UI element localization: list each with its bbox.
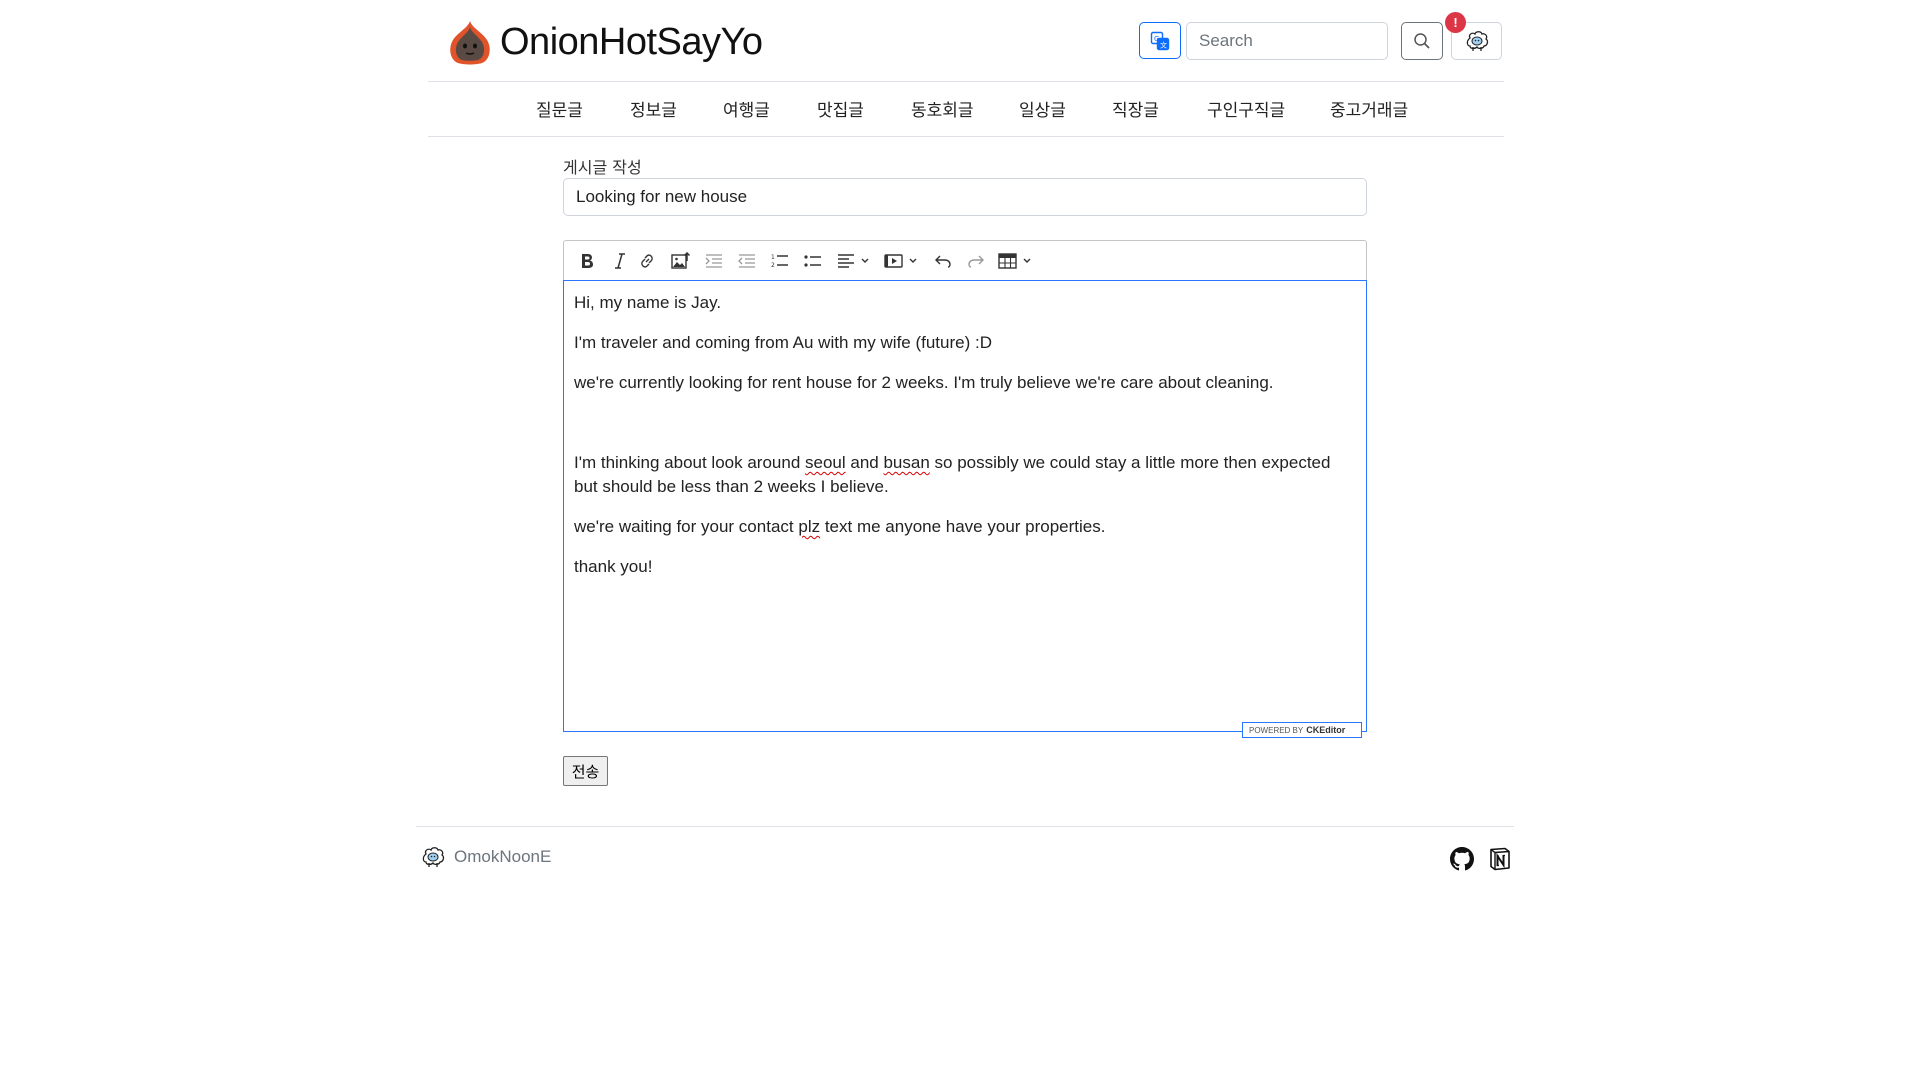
nav-item-used-market[interactable]: 중고거래글 — [1330, 96, 1408, 121]
redo-icon[interactable] — [964, 249, 988, 273]
misspelled-word: seoul — [805, 453, 846, 472]
editor-paragraph: thank you! — [574, 557, 653, 576]
editor-paragraph: Hi, my name is Jay. — [574, 293, 722, 312]
editor-text: text me anyone have your properties. — [820, 517, 1106, 536]
nav-item-questions[interactable]: 질문글 — [536, 96, 583, 121]
editor-text: we're waiting for your contact — [574, 517, 799, 536]
onion-logo-icon — [450, 21, 490, 65]
search-button[interactable] — [1401, 22, 1443, 60]
site-logo[interactable]: OnionHotSayYo — [444, 18, 763, 66]
editor-paragraph: we're currently looking for rent house f… — [574, 373, 1274, 392]
site-footer: OmokNoonE — [416, 826, 1514, 886]
media-embed-icon[interactable] — [882, 249, 922, 273]
bulleted-list-icon[interactable] — [801, 249, 825, 273]
nav-item-restaurants[interactable]: 맛집글 — [817, 96, 864, 121]
github-icon[interactable] — [1450, 847, 1474, 871]
notion-icon[interactable] — [1488, 847, 1512, 871]
nav-item-travel[interactable]: 여행글 — [723, 96, 770, 121]
indent-icon[interactable] — [702, 249, 726, 273]
outdent-icon[interactable] — [735, 249, 759, 273]
bold-icon[interactable] — [576, 249, 598, 273]
editor-empty-paragraph — [574, 411, 1356, 435]
nav-item-info[interactable]: 정보글 — [630, 96, 677, 121]
ckeditor-badge[interactable]: POWERED BY CKEditor — [1242, 722, 1362, 738]
notification-badge[interactable]: ! — [1445, 12, 1466, 33]
sheep-avatar-icon — [1466, 31, 1488, 51]
search-input[interactable] — [1186, 22, 1388, 60]
editor-paragraph: we're waiting for your contact plz text … — [574, 515, 1356, 539]
svg-text:1: 1 — [771, 254, 775, 261]
numbered-list-icon[interactable]: 12 — [768, 249, 792, 273]
nav-item-clubs[interactable]: 동호회글 — [911, 96, 974, 121]
editor-text: I'm thinking about look around — [574, 453, 806, 472]
site-header: OnionHotSayYo G 文 ! — [428, 0, 1504, 82]
align-icon[interactable] — [834, 249, 874, 273]
powered-by-text: POWERED BY — [1249, 725, 1304, 735]
svg-text:文: 文 — [1160, 40, 1167, 49]
editor-paragraph: I'm traveler and coming from Au with my … — [574, 333, 992, 352]
misspelled-word: plz — [798, 517, 821, 536]
misspelled-word: busan — [883, 453, 930, 472]
search-icon — [1414, 33, 1430, 49]
category-nav: 질문글 정보글 여행글 맛집글 동호회글 일상글 직장글 구인구직글 중고거래글 — [428, 82, 1504, 137]
ckeditor-brand: CKEditor — [1306, 725, 1346, 735]
editor-content[interactable]: Hi, my name is Jay. I'm traveler and com… — [563, 280, 1367, 732]
sheep-logo-icon[interactable] — [420, 846, 446, 868]
table-icon[interactable] — [996, 249, 1036, 273]
nav-item-work[interactable]: 직장글 — [1112, 96, 1159, 121]
svg-text:2: 2 — [771, 262, 775, 269]
italic-icon[interactable] — [609, 249, 631, 273]
editor-text: and — [845, 453, 884, 472]
translate-button[interactable]: G 文 — [1139, 22, 1181, 59]
form-label: 게시글 작성 — [563, 158, 642, 177]
image-upload-icon[interactable] — [668, 249, 694, 273]
footer-name: OmokNoonE — [454, 847, 552, 866]
title-input[interactable] — [563, 178, 1367, 216]
editor-paragraph: I'm thinking about look around seoul and… — [574, 451, 1356, 499]
nav-item-jobs[interactable]: 구인구직글 — [1207, 96, 1285, 121]
link-icon[interactable] — [635, 249, 659, 273]
svg-text:G: G — [1154, 35, 1159, 43]
site-title: OnionHotSayYo — [500, 21, 763, 63]
translate-icon: G 文 — [1150, 31, 1170, 50]
submit-button[interactable]: 전송 — [563, 756, 608, 786]
nav-item-daily[interactable]: 일상글 — [1019, 96, 1066, 121]
undo-icon[interactable] — [931, 249, 955, 273]
editor-toolbar: 12 — [563, 240, 1367, 280]
